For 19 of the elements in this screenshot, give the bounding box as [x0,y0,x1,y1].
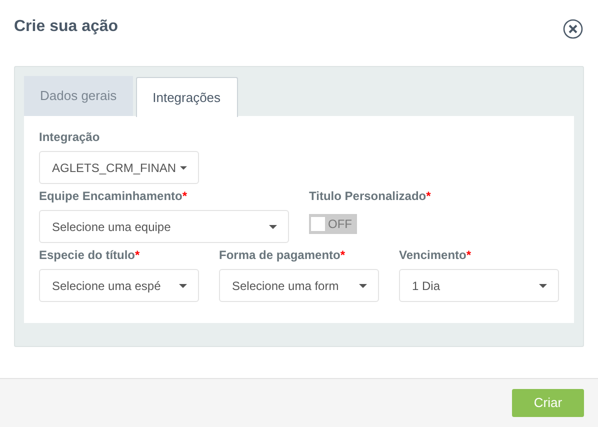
caret-icon [180,166,187,170]
field-label: Forma de pagamento* [219,247,346,264]
caret-icon [269,224,277,228]
caret-icon [359,284,367,288]
tab[interactable]: Integrações [136,77,238,117]
dropdown-field[interactable]: 1 Dia [399,269,559,302]
dropdown-field[interactable]: Selecione uma equipe [39,210,289,243]
dropdown-field[interactable]: Selecione uma espé [39,269,199,302]
dropdown-field[interactable]: Selecione uma form [219,269,379,302]
dropdown-field[interactable]: AGLETS_CRM_FINAN [39,151,199,184]
close-icon[interactable] [563,19,583,39]
field-label: Titulo Personalizado* [309,188,431,205]
caret-icon [539,284,547,288]
field-label: Vencimento* [399,247,472,264]
caret-icon [179,284,187,288]
field-label: Equipe Encaminhamento* [39,188,188,205]
field-label: Integração [39,129,101,146]
field-label: Especie do título* [39,247,141,264]
dialog-title: Crie sua ação [14,17,118,37]
